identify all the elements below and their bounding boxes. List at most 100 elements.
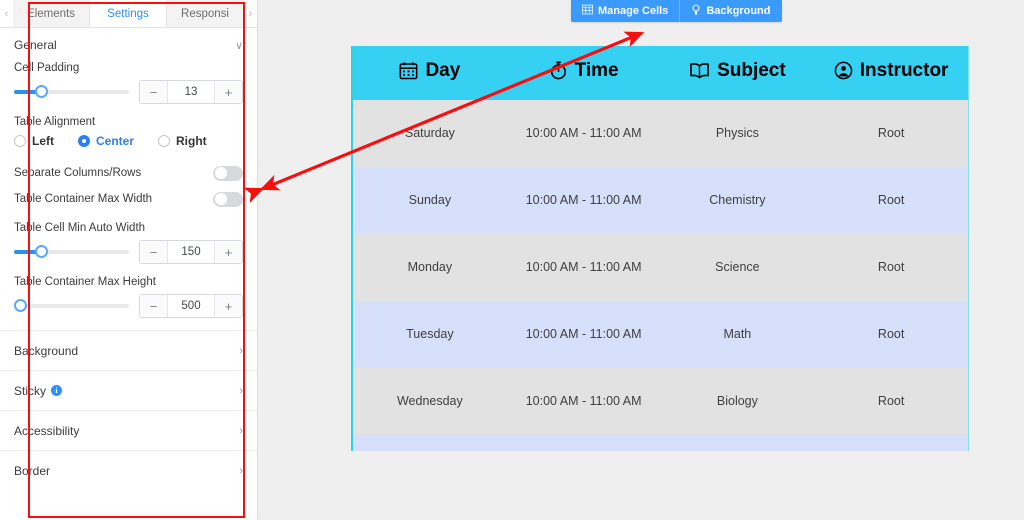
toggle-knob (215, 193, 227, 205)
section-general-label: General (14, 38, 57, 52)
chevron-right-icon: › (239, 344, 243, 357)
radio-align-center-label: Center (96, 134, 135, 148)
chevron-down-icon: ∨ (234, 39, 243, 52)
column-header-time-label: Time (574, 59, 619, 81)
radio-icon (158, 135, 171, 147)
table-container-max-width-toggle[interactable] (213, 191, 243, 207)
column-header-subject[interactable]: Subject (660, 46, 815, 100)
cell-instructor[interactable]: Root (814, 100, 968, 167)
accordion-item-background[interactable]: Background › (0, 330, 257, 370)
cell-time[interactable]: 10:00 AM - 11:00 AM (506, 301, 661, 368)
cell-subject[interactable]: Biology (660, 368, 815, 435)
field-cell-padding: Cell Padding − 13 + (0, 62, 257, 104)
cell-time[interactable]: 10:00 AM - 11:00 AM (506, 100, 661, 167)
table-container-max-height-value[interactable]: 500 (168, 295, 214, 317)
slider-thumb[interactable] (14, 299, 27, 312)
row-table-container-max-width[interactable]: Table Container Max Width (0, 186, 257, 212)
cell-day[interactable]: Wednesday (353, 368, 507, 435)
settings-accordion: Background › Sticky i › Accessibility › (0, 330, 257, 490)
cell-day[interactable]: Tuesday (353, 301, 507, 368)
settings-panel: ‹ Elements Settings Responsi › General ∨… (0, 0, 258, 520)
cell-subject[interactable]: Chemistry (660, 167, 815, 234)
table-row[interactable]: Monday 10:00 AM - 11:00 AM Science Root (353, 234, 968, 301)
cell-instructor[interactable]: Root (814, 301, 968, 368)
table-cell-min-auto-width-increment-button[interactable]: + (214, 241, 242, 263)
cell-subject[interactable]: Physics (660, 100, 815, 167)
table-container-max-height-slider[interactable] (14, 298, 129, 314)
radio-align-center[interactable]: Center (78, 134, 134, 148)
row-separate-columns-rows[interactable]: Separate Columns/Rows (0, 160, 257, 186)
tab-elements[interactable]: Elements (13, 0, 90, 27)
table-container-max-height-increment-button[interactable]: + (214, 295, 242, 317)
section-general[interactable]: General ∨ (0, 28, 257, 62)
table-cell-min-auto-width-label: Table Cell Min Auto Width (14, 222, 146, 234)
panel-tabbar: ‹ Elements Settings Responsi › (0, 0, 257, 28)
table-cell-min-auto-width-stepper[interactable]: − 150 + (139, 240, 243, 264)
book-icon (689, 61, 710, 80)
stopwatch-icon (549, 61, 568, 80)
table-container-max-height-decrement-button[interactable]: − (140, 295, 168, 317)
cell-instructor[interactable]: Root (814, 234, 968, 301)
table-cell-min-auto-width-value[interactable]: 150 (168, 241, 214, 263)
cell-padding-slider[interactable] (14, 84, 129, 100)
slider-thumb[interactable] (34, 245, 48, 258)
cell-day[interactable]: Saturday (353, 100, 507, 167)
background-label: Background (706, 5, 771, 17)
field-table-container-max-height: Table Container Max Height − 500 + (0, 276, 257, 318)
table-row[interactable]: Wednesday 10:00 AM - 11:00 AM Biology Ro… (353, 368, 968, 435)
toggle-knob (215, 167, 227, 179)
table-row[interactable]: Tuesday 10:00 AM - 11:00 AM Math Root (353, 301, 968, 368)
radio-align-right-label: Right (176, 134, 207, 148)
table-row[interactable]: Saturday 10:00 AM - 11:00 AM Physics Roo… (353, 100, 968, 167)
accordion-item-border[interactable]: Border › (0, 450, 257, 490)
radio-icon (14, 135, 26, 147)
table-alignment-radio-group[interactable]: Left Center Right (14, 134, 243, 148)
cell-time[interactable]: 10:00 AM - 11:00 AM (506, 167, 661, 234)
radio-align-left-label: Left (32, 134, 54, 148)
cell-day[interactable]: Monday (353, 234, 507, 301)
separate-columns-rows-toggle[interactable] (213, 165, 243, 181)
column-header-time[interactable]: Time (506, 46, 661, 100)
background-button[interactable]: Background (679, 0, 781, 22)
table-cell-min-auto-width-decrement-button[interactable]: − (140, 241, 168, 263)
column-header-subject-label: Subject (717, 59, 786, 81)
cell-subject[interactable]: Science (660, 234, 815, 301)
radio-align-left[interactable]: Left (14, 134, 54, 148)
cell-instructor[interactable]: Root (814, 167, 968, 234)
slider-thumb[interactable] (34, 85, 48, 98)
table-row-partial[interactable] (353, 435, 968, 451)
manage-cells-button[interactable]: Manage Cells (571, 0, 679, 22)
cell-padding-stepper[interactable]: − 13 + (139, 80, 243, 104)
tabs-prev-arrow-icon[interactable]: ‹ (0, 0, 13, 27)
tab-settings[interactable]: Settings (90, 0, 167, 27)
column-header-day-label: Day (425, 59, 461, 81)
accordion-item-sticky-label: Sticky (14, 383, 47, 398)
info-icon[interactable]: i (51, 385, 63, 396)
tab-responsive[interactable]: Responsi (167, 0, 244, 27)
table-head: Day Time Subject Instructor (353, 46, 968, 100)
cell-instructor[interactable]: Root (814, 368, 968, 435)
cell-subject[interactable]: Math (660, 301, 815, 368)
tabs-next-arrow-icon[interactable]: › (244, 0, 257, 27)
table-row[interactable]: Sunday 10:00 AM - 11:00 AM Chemistry Roo… (353, 167, 968, 234)
schedule-table: Day Time Subject Instructor Saturday 10:… (353, 46, 968, 451)
cell-padding-value[interactable]: 13 (168, 81, 214, 103)
radio-align-right[interactable]: Right (158, 134, 207, 148)
table-cell-min-auto-width-slider[interactable] (14, 244, 129, 260)
accordion-item-accessibility[interactable]: Accessibility › (0, 410, 257, 450)
chevron-right-icon: › (239, 424, 243, 437)
accordion-item-accessibility-label: Accessibility (14, 423, 80, 438)
table-container-max-height-stepper[interactable]: − 500 + (139, 294, 243, 318)
grid-icon (582, 4, 593, 18)
radio-selected-icon (78, 135, 90, 147)
table-alignment-label: Table Alignment (14, 116, 96, 128)
field-table-alignment: Table Alignment Left Center Right (0, 116, 257, 148)
cell-time[interactable]: 10:00 AM - 11:00 AM (506, 234, 661, 301)
cell-day[interactable]: Sunday (353, 167, 507, 234)
cell-time[interactable]: 10:00 AM - 11:00 AM (506, 368, 661, 435)
cell-padding-decrement-button[interactable]: − (140, 81, 168, 103)
cell-padding-increment-button[interactable]: + (214, 81, 242, 103)
column-header-instructor[interactable]: Instructor (814, 46, 968, 100)
accordion-item-sticky[interactable]: Sticky i › (0, 370, 257, 410)
column-header-day[interactable]: Day (353, 46, 507, 100)
